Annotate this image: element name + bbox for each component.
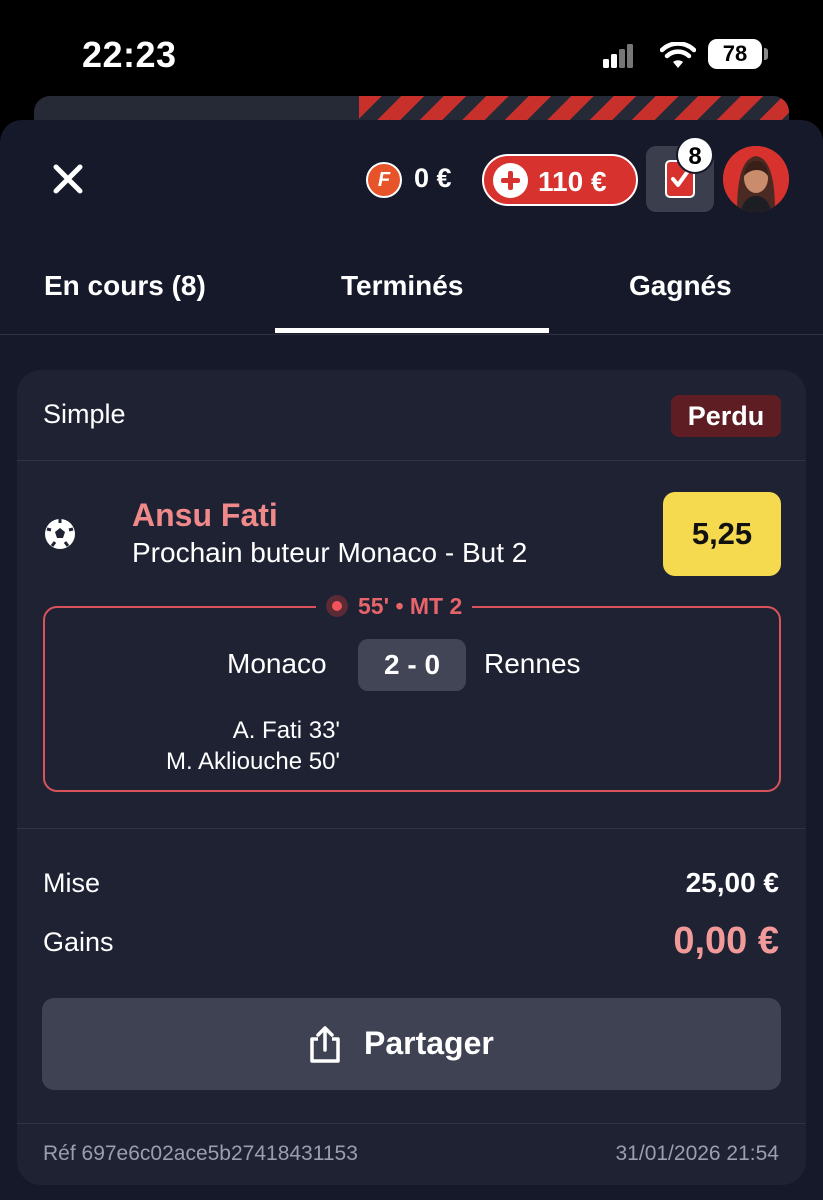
status-bar: 22:23 78 xyxy=(0,0,823,100)
card-divider-top xyxy=(17,460,806,461)
live-time-label: 55' • MT 2 xyxy=(316,591,473,621)
share-label: Partager xyxy=(364,1025,494,1061)
wifi-icon xyxy=(660,42,696,68)
status-time: 22:23 xyxy=(82,34,177,75)
goal-scorer: M. Akliouche 50' xyxy=(165,748,340,775)
match-score: 2 - 0 xyxy=(358,639,466,691)
status-badge: Perdu xyxy=(671,395,781,437)
bet-reference: Réf 697e6c02ace5b27418431153 xyxy=(43,1142,358,1165)
deposit-balance-button[interactable]: 110 € xyxy=(482,154,638,206)
selection-player: Ansu Fati xyxy=(132,497,278,533)
tab-termines[interactable]: Terminés xyxy=(341,270,463,302)
balance-amount: 110 € xyxy=(538,166,607,197)
bet-type: Simple xyxy=(43,399,126,429)
goal-scorer: A. Fati 33' xyxy=(232,717,340,744)
home-team: Monaco xyxy=(227,648,327,679)
stake-value: 25,00 € xyxy=(685,867,779,898)
tab-en-cours[interactable]: En cours (8) xyxy=(44,270,206,302)
cellular-signal-icon xyxy=(603,44,633,68)
odds-badge: 5,25 xyxy=(663,492,781,576)
freebet-balance: 0 € xyxy=(414,163,452,193)
match-score-box xyxy=(43,606,781,792)
stake-label: Mise xyxy=(43,868,101,898)
bets-count-badge: 8 xyxy=(676,136,714,174)
winnings-label: Gains xyxy=(43,927,114,957)
live-dot-icon xyxy=(326,595,348,617)
avatar[interactable] xyxy=(723,146,789,212)
plus-icon xyxy=(493,163,528,198)
live-time: 55' • MT 2 xyxy=(358,593,463,619)
soccer-ball-icon xyxy=(45,519,75,549)
card-divider-middle xyxy=(17,828,806,829)
share-icon xyxy=(310,1026,340,1063)
bets-tabs: En cours (8) Terminés Gagnés xyxy=(0,255,823,335)
battery-tip xyxy=(764,48,768,60)
active-tab-indicator xyxy=(275,328,549,333)
battery-level: 78 xyxy=(708,39,762,69)
tab-gagnes[interactable]: Gagnés xyxy=(629,270,732,302)
share-button[interactable]: Partager xyxy=(42,998,781,1090)
away-team: Rennes xyxy=(484,648,581,679)
bet-date: 31/01/2026 21:54 xyxy=(615,1142,780,1165)
selection-market: Prochain buteur Monaco - But 2 xyxy=(132,537,528,568)
card-divider-bottom xyxy=(17,1123,806,1124)
freebet-coin-icon: F xyxy=(366,162,402,198)
close-button[interactable] xyxy=(46,157,90,201)
winnings-value: 0,00 € xyxy=(673,920,779,962)
